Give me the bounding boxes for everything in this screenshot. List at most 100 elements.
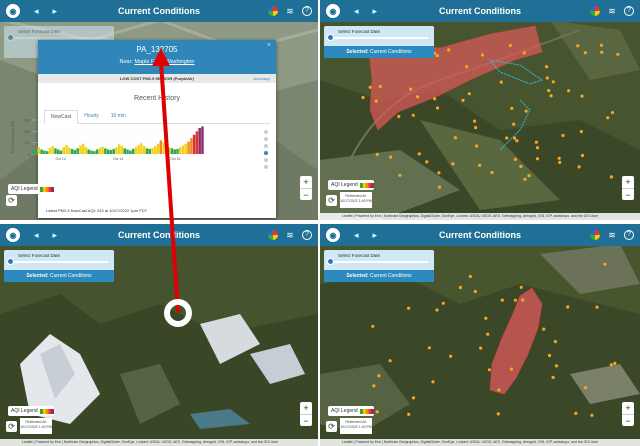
- layers-icon[interactable]: ≋: [285, 230, 295, 240]
- sensor-marker[interactable]: [425, 160, 429, 164]
- sensor-marker[interactable]: [417, 152, 421, 156]
- sensor-marker[interactable]: [583, 51, 587, 55]
- next-icon[interactable]: ▸: [53, 230, 58, 241]
- sensor-marker[interactable]: [561, 133, 565, 138]
- sensor-marker[interactable]: [411, 396, 416, 400]
- sensor-marker[interactable]: [500, 298, 504, 302]
- sensor-marker[interactable]: [599, 43, 604, 47]
- sensor-marker[interactable]: [535, 146, 540, 150]
- prev-icon[interactable]: ◂: [34, 6, 39, 17]
- carousel-dot-active[interactable]: [264, 151, 268, 155]
- sensor-marker[interactable]: [487, 368, 491, 372]
- sensor-marker[interactable]: [479, 346, 483, 350]
- sensor-marker[interactable]: [613, 361, 617, 365]
- zoom-out-button[interactable]: −: [622, 414, 634, 426]
- refresh-icon[interactable]: ⟳: [326, 421, 337, 432]
- map-panel-smoke-close[interactable]: ◉ ◂ ▸ Current Conditions ≋ ? Select Fore…: [320, 224, 640, 446]
- refresh-icon[interactable]: ⟳: [326, 195, 337, 206]
- sensor-marker[interactable]: [590, 413, 594, 417]
- sensor-marker[interactable]: [480, 53, 485, 57]
- forecast-slider-handle[interactable]: [7, 34, 14, 41]
- sensor-marker[interactable]: [497, 388, 501, 392]
- sensor-marker[interactable]: [610, 111, 615, 115]
- color-wheel-icon[interactable]: [590, 6, 600, 16]
- sensor-marker[interactable]: [577, 165, 581, 169]
- sensor-marker[interactable]: [523, 177, 527, 181]
- carousel-dot[interactable]: [264, 165, 268, 169]
- color-wheel-icon[interactable]: [268, 6, 278, 16]
- sensor-marker[interactable]: [603, 262, 607, 266]
- map-panel-target[interactable]: ◉ ◂ ▸ Current Conditions ≋ ? Select Fore…: [0, 224, 318, 446]
- forecast-slider-handle[interactable]: [327, 258, 334, 265]
- sensor-marker[interactable]: [566, 305, 570, 309]
- help-icon[interactable]: ?: [624, 6, 634, 16]
- sensor-marker[interactable]: [549, 94, 553, 98]
- next-icon[interactable]: ▸: [373, 6, 378, 17]
- sensor-marker[interactable]: [433, 97, 437, 101]
- aqi-legend-button[interactable]: AQI Legend: [328, 406, 374, 416]
- sensor-marker[interactable]: [389, 155, 393, 159]
- sensor-marker[interactable]: [474, 126, 478, 130]
- sensor-marker[interactable]: [558, 160, 562, 164]
- sensor-marker[interactable]: [388, 359, 392, 363]
- refresh-icon[interactable]: ⟳: [6, 195, 17, 206]
- sensor-marker[interactable]: [435, 308, 439, 312]
- prev-icon[interactable]: ◂: [354, 6, 359, 17]
- forecast-slider-track[interactable]: [330, 261, 428, 263]
- sensor-marker[interactable]: [409, 87, 413, 91]
- next-icon[interactable]: ▸: [373, 230, 378, 241]
- sensor-marker[interactable]: [522, 51, 526, 55]
- forecast-slider-track[interactable]: [10, 37, 108, 39]
- forecast-slider-track[interactable]: [10, 261, 108, 263]
- sensor-marker[interactable]: [513, 157, 517, 161]
- near-place-link[interactable]: Maple Falls, Washington: [134, 59, 194, 65]
- sensor-marker[interactable]: [467, 92, 471, 96]
- sensor-marker[interactable]: [534, 140, 538, 144]
- color-wheel-icon[interactable]: [268, 230, 278, 240]
- sensor-marker[interactable]: [461, 98, 465, 102]
- sensor-marker[interactable]: [473, 119, 477, 123]
- sensor-marker[interactable]: [375, 410, 379, 414]
- sensor-marker[interactable]: [451, 162, 455, 166]
- sensor-marker[interactable]: [435, 54, 439, 58]
- sensor-marker[interactable]: [580, 94, 584, 98]
- sensor-marker[interactable]: [547, 353, 552, 358]
- sensor-marker[interactable]: [600, 50, 604, 54]
- sensor-marker[interactable]: [519, 285, 523, 289]
- sensor-marker[interactable]: [435, 106, 440, 110]
- sensor-marker[interactable]: [579, 130, 583, 134]
- map-panel-smoke-wide[interactable]: ◉ ◂ ▸ Current Conditions ≋ ? Select Fore…: [320, 0, 640, 220]
- sensor-marker[interactable]: [510, 106, 514, 110]
- sensor-marker[interactable]: [378, 84, 382, 89]
- sensor-marker[interactable]: [465, 65, 469, 69]
- sensor-marker[interactable]: [551, 375, 555, 379]
- next-icon[interactable]: ▸: [53, 6, 58, 17]
- sensor-marker[interactable]: [468, 274, 472, 279]
- forecast-slider-track[interactable]: [330, 37, 428, 39]
- prev-icon[interactable]: ◂: [354, 230, 359, 241]
- sensor-marker[interactable]: [547, 89, 551, 93]
- sensor-marker[interactable]: [524, 109, 528, 113]
- sensor-marker[interactable]: [431, 380, 435, 384]
- sensor-marker[interactable]: [375, 152, 379, 156]
- help-icon[interactable]: ?: [302, 6, 312, 16]
- accuracy-link[interactable]: Accuracy: [254, 74, 270, 83]
- sensor-marker[interactable]: [567, 89, 571, 93]
- forecast-slider-handle[interactable]: [327, 34, 334, 41]
- zoom-in-button[interactable]: +: [622, 176, 634, 188]
- sensor-marker[interactable]: [447, 48, 451, 52]
- map-panel-popup[interactable]: ◉ ◂ ▸ Current Conditions ≋ ? Select Fore…: [0, 0, 318, 220]
- sensor-marker[interactable]: [377, 374, 381, 378]
- sensor-marker[interactable]: [361, 95, 365, 100]
- sensor-marker[interactable]: [484, 316, 488, 320]
- sensor-marker[interactable]: [368, 85, 372, 89]
- sensor-marker[interactable]: [374, 99, 378, 103]
- sensor-marker[interactable]: [512, 122, 516, 126]
- refresh-icon[interactable]: ⟳: [6, 421, 17, 432]
- sensor-marker[interactable]: [515, 139, 519, 143]
- sensor-marker[interactable]: [407, 412, 411, 416]
- sensor-marker[interactable]: [490, 170, 494, 175]
- sensor-marker[interactable]: [521, 298, 525, 302]
- sensor-marker[interactable]: [542, 327, 546, 331]
- aqi-legend-button[interactable]: AQI Legend: [8, 406, 54, 416]
